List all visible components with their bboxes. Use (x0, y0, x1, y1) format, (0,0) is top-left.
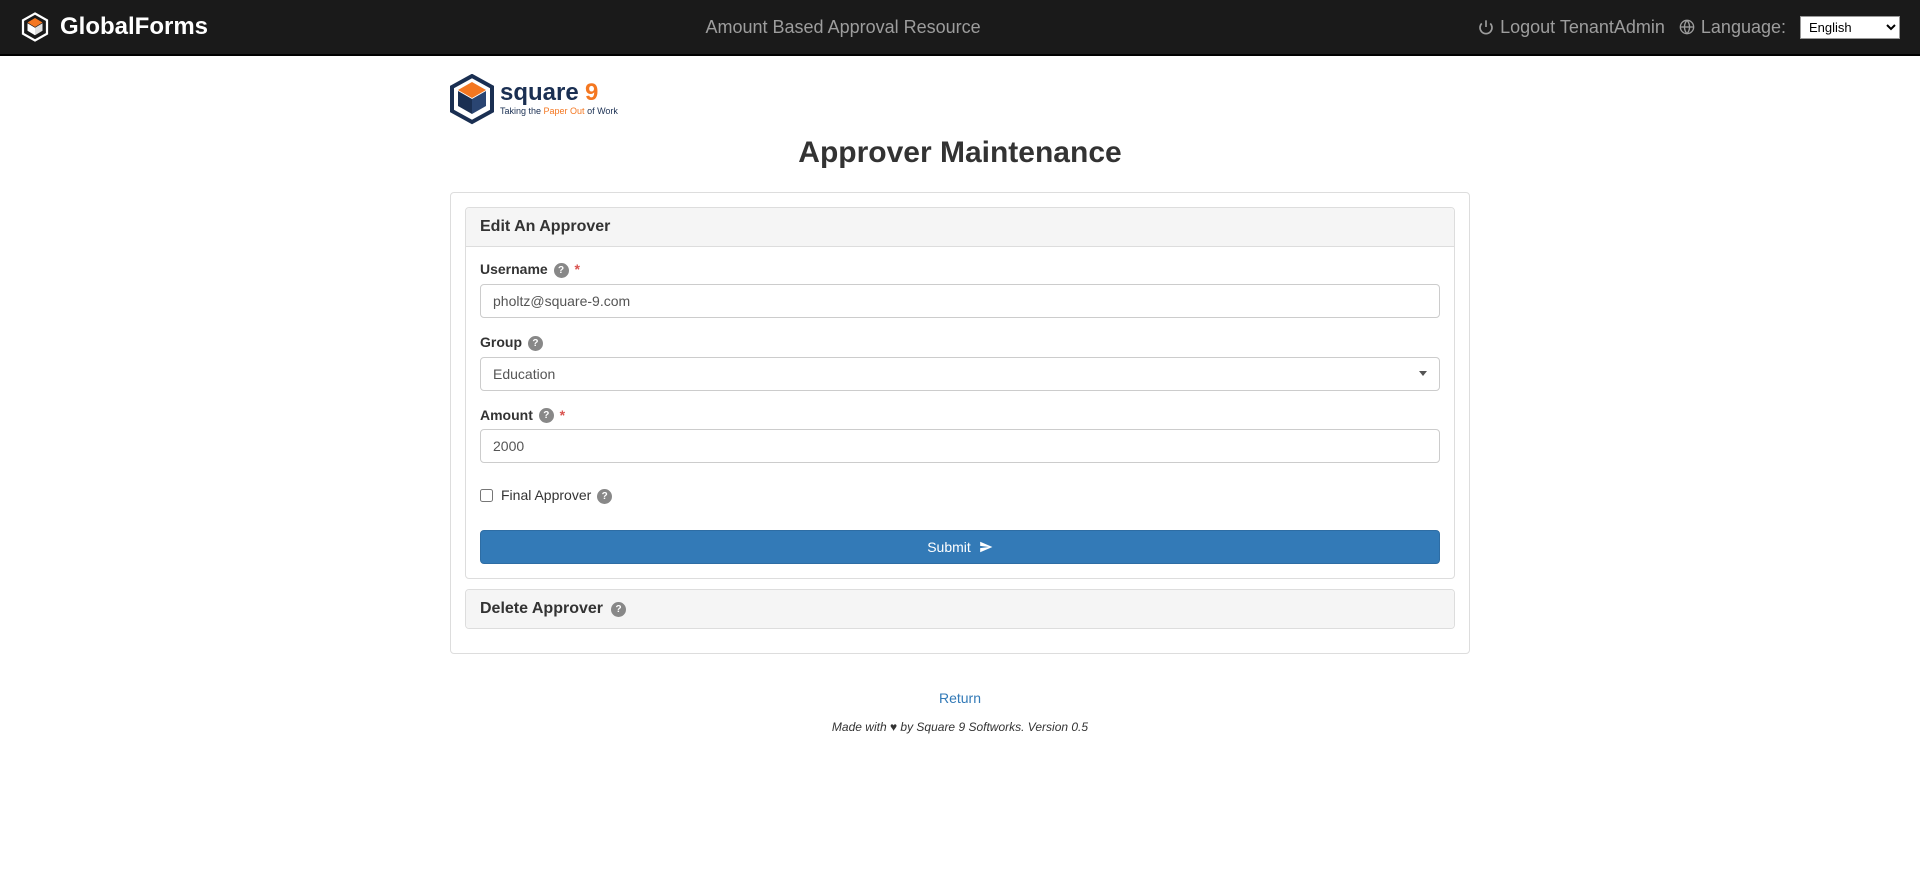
chevron-down-icon (1419, 371, 1427, 376)
main-container: square 9 Taking the Paper Out of Work Ap… (450, 56, 1470, 774)
delete-approver-heading[interactable]: Delete Approver ? (466, 590, 1454, 628)
help-icon[interactable]: ? (611, 602, 626, 617)
username-label: Username ? * (480, 261, 1440, 278)
edit-approver-body: Username ? * Group ? Education (466, 247, 1454, 578)
language-section: Language: (1679, 17, 1786, 38)
help-icon[interactable]: ? (554, 263, 569, 278)
submit-button[interactable]: Submit (480, 530, 1440, 564)
required-indicator: * (574, 261, 579, 277)
main-panel: Edit An Approver Username ? * (450, 192, 1470, 654)
globe-icon (1679, 19, 1695, 35)
required-indicator: * (560, 407, 565, 423)
company-logo: square 9 Taking the Paper Out of Work (450, 74, 1470, 126)
return-link[interactable]: Return (450, 690, 1470, 706)
final-approver-label: Final Approver ? (501, 487, 612, 504)
footer-credit: Made with ♥ by Square 9 Softworks. Versi… (450, 720, 1470, 734)
help-icon[interactable]: ? (539, 408, 554, 423)
square9-logo-icon: square 9 Taking the Paper Out of Work (450, 74, 635, 126)
group-group: Group ? Education (480, 334, 1440, 391)
brand-logo-icon (20, 12, 50, 42)
top-navbar: GlobalForms Amount Based Approval Resour… (0, 0, 1920, 56)
navbar-right: Logout TenantAdmin Language: English (1478, 16, 1900, 39)
paper-plane-icon (979, 540, 993, 554)
final-approver-row: Final Approver ? (480, 487, 1440, 504)
amount-input[interactable] (480, 429, 1440, 463)
username-input[interactable] (480, 284, 1440, 318)
logout-label: Logout TenantAdmin (1500, 17, 1665, 38)
edit-approver-panel: Edit An Approver Username ? * (465, 207, 1455, 579)
group-selected-value: Education (493, 366, 555, 382)
power-icon (1478, 19, 1494, 35)
amount-label: Amount ? * (480, 407, 1440, 424)
help-icon[interactable]: ? (528, 336, 543, 351)
amount-group: Amount ? * (480, 407, 1440, 464)
language-select[interactable]: English (1800, 16, 1900, 39)
group-dropdown[interactable]: Education (480, 357, 1440, 391)
brand[interactable]: GlobalForms (20, 12, 208, 42)
final-approver-checkbox[interactable] (480, 489, 493, 502)
language-label: Language: (1701, 17, 1786, 38)
brand-text: GlobalForms (60, 13, 208, 41)
help-icon[interactable]: ? (597, 489, 612, 504)
page-title: Approver Maintenance (450, 136, 1470, 170)
svg-text:9: 9 (585, 79, 598, 106)
svg-text:Taking the Paper Out of Work: Taking the Paper Out of Work (500, 106, 618, 116)
logout-link[interactable]: Logout TenantAdmin (1478, 17, 1665, 38)
group-label: Group ? (480, 334, 1440, 351)
delete-approver-panel: Delete Approver ? (465, 589, 1455, 629)
svg-text:square: square (500, 79, 579, 106)
edit-approver-heading[interactable]: Edit An Approver (466, 208, 1454, 247)
username-group: Username ? * (480, 261, 1440, 318)
page-resource-title: Amount Based Approval Resource (208, 17, 1478, 38)
